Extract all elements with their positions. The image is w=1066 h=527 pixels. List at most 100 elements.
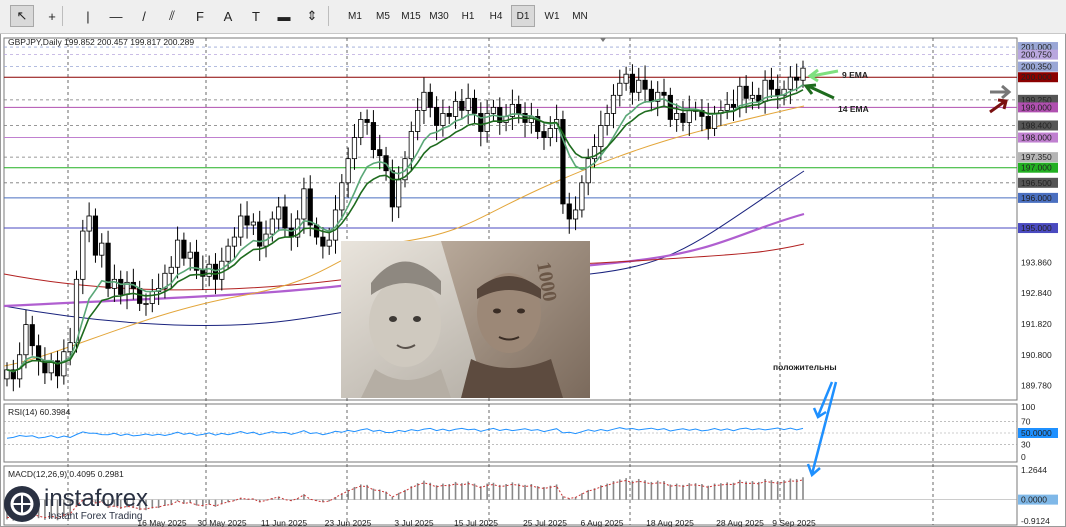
candle[interactable] [661, 91, 667, 96]
rectangle-label-tool[interactable]: ▬ [272, 5, 296, 27]
candle[interactable] [187, 251, 193, 259]
candle[interactable] [598, 125, 604, 147]
fibonacci-tool[interactable]: F [188, 5, 212, 27]
candle[interactable] [86, 215, 92, 232]
candle[interactable] [433, 106, 440, 126]
candle[interactable] [99, 242, 105, 256]
timeframe-m5[interactable]: M5 [371, 5, 395, 27]
candle[interactable] [396, 179, 402, 208]
arrows-tool[interactable]: ⇕ [300, 5, 324, 27]
equidistant-channel-tool[interactable]: ⫽ [160, 5, 184, 27]
candle[interactable] [250, 221, 256, 226]
candle[interactable] [181, 239, 187, 259]
candle[interactable] [92, 215, 99, 256]
candle[interactable] [301, 188, 307, 220]
candle[interactable] [743, 85, 749, 99]
candle[interactable] [648, 88, 654, 102]
text-label-tool[interactable]: T [244, 5, 268, 27]
vertical-line-tool[interactable]: | [76, 5, 100, 27]
candle[interactable] [118, 278, 124, 295]
candle[interactable] [642, 79, 648, 90]
candle[interactable] [225, 245, 231, 262]
text-tool[interactable]: A [216, 5, 240, 27]
candle[interactable] [629, 73, 636, 93]
candle[interactable] [61, 351, 67, 377]
candle[interactable] [351, 137, 358, 160]
candle[interactable] [174, 239, 181, 268]
candle[interactable] [730, 103, 737, 108]
candle[interactable] [137, 287, 143, 304]
candle[interactable] [686, 110, 692, 123]
candle[interactable] [516, 103, 522, 114]
candle[interactable] [478, 113, 484, 132]
candle[interactable] [111, 278, 117, 289]
candle[interactable] [282, 206, 288, 229]
candle[interactable] [566, 203, 572, 220]
timeframe-w1[interactable]: W1 [540, 5, 564, 27]
timeframe-d1[interactable]: D1 [511, 5, 535, 27]
candle[interactable] [29, 324, 35, 347]
candle[interactable] [421, 91, 427, 111]
candle[interactable] [427, 91, 433, 108]
candle[interactable] [636, 79, 642, 93]
candle[interactable] [465, 97, 471, 111]
candle[interactable] [572, 209, 579, 220]
candle[interactable] [219, 260, 225, 280]
candle[interactable] [705, 116, 711, 129]
trendline-tool[interactable]: / [132, 5, 156, 27]
candle[interactable] [768, 79, 775, 90]
candle[interactable] [579, 182, 585, 211]
candle[interactable] [415, 110, 421, 132]
candle[interactable] [389, 170, 395, 208]
timeframe-m1[interactable]: M1 [343, 5, 367, 27]
candle[interactable] [541, 131, 547, 138]
candle[interactable] [313, 224, 320, 238]
candle[interactable] [73, 278, 80, 344]
candle[interactable] [446, 113, 452, 117]
candle[interactable] [320, 236, 326, 247]
candle[interactable] [490, 106, 497, 114]
candle[interactable] [440, 113, 446, 126]
candle[interactable] [737, 85, 743, 108]
candle[interactable] [408, 131, 414, 160]
candle[interactable] [749, 94, 756, 99]
candle[interactable] [674, 113, 680, 120]
cursor-tool[interactable]: ↖ [10, 5, 34, 27]
candle[interactable] [610, 94, 617, 114]
candle[interactable] [358, 119, 364, 138]
candle[interactable] [585, 158, 591, 184]
candle[interactable] [800, 67, 806, 81]
candle[interactable] [617, 82, 623, 96]
candle[interactable] [212, 263, 219, 280]
candle[interactable] [775, 88, 781, 96]
candle[interactable] [238, 215, 244, 238]
candle[interactable] [276, 206, 282, 220]
candle[interactable] [4, 369, 10, 380]
candle[interactable] [724, 103, 730, 111]
horizontal-line-tool[interactable]: — [104, 5, 128, 27]
timeframe-mn[interactable]: MN [568, 5, 592, 27]
crosshair-tool[interactable]: + [40, 5, 64, 27]
candle[interactable] [149, 290, 155, 304]
macd-panel[interactable] [3, 465, 1018, 526]
timeframe-m15[interactable]: M15 [399, 5, 423, 27]
timeframe-h4[interactable]: H4 [484, 5, 508, 27]
candle[interactable] [680, 113, 686, 123]
candle[interactable] [604, 113, 610, 126]
candle[interactable] [326, 239, 332, 247]
candle[interactable] [471, 97, 478, 114]
candle[interactable] [339, 182, 345, 211]
candle[interactable] [547, 128, 553, 138]
candle[interactable] [452, 100, 459, 117]
candle[interactable] [307, 188, 313, 226]
candle[interactable] [80, 230, 86, 280]
candle[interactable] [345, 158, 351, 184]
timeframe-h1[interactable]: H1 [456, 5, 480, 27]
candle[interactable] [168, 266, 174, 274]
candle[interactable] [143, 303, 149, 305]
candle[interactable] [231, 236, 238, 247]
candle[interactable] [370, 122, 377, 151]
candle[interactable] [67, 342, 73, 353]
timeframe-m30[interactable]: M30 [427, 5, 451, 27]
candle[interactable] [23, 324, 29, 356]
